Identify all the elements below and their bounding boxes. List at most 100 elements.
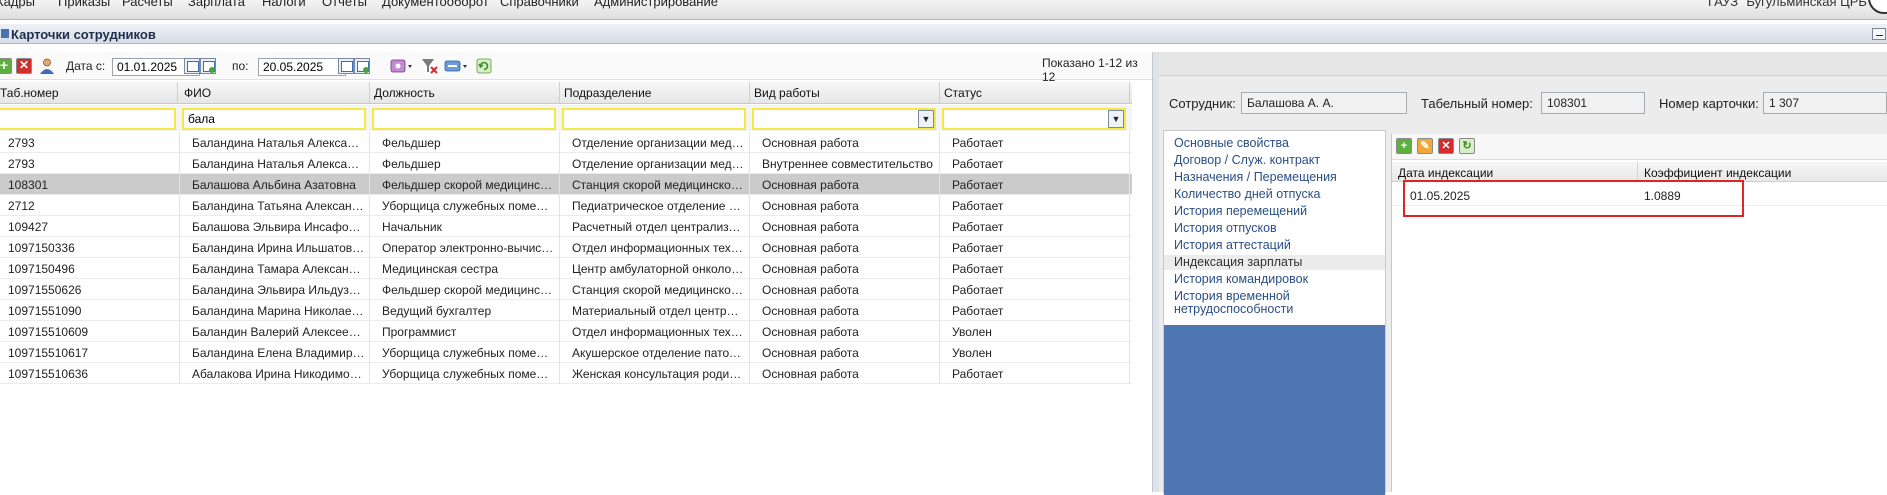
table-row[interactable]: 109427 Балашова Эльвира Инсафовна Начальни… [0, 216, 1132, 237]
cell-position: Начальник [378, 216, 560, 237]
delete-icon[interactable]: ✕ [16, 58, 32, 74]
menu-item-dokumentooborot[interactable]: Документооборот [382, 0, 489, 9]
date-to-input[interactable] [258, 58, 346, 76]
card-sections-nav: Основные свойства Договор / Служ. контра… [1163, 130, 1386, 495]
filter-department-input[interactable] [562, 108, 746, 130]
calendar-icon[interactable] [184, 58, 200, 74]
filter-tab-number-input[interactable] [0, 108, 176, 130]
nav-item-basic-properties[interactable]: Основные свойства [1164, 136, 1385, 151]
cell-work-type: Внутреннее совместительство [758, 153, 940, 174]
cell-department: Педиатрическое отделение стац... [568, 195, 750, 216]
employee-card-pane: Сотрудник: Балашова А. А. Табельный номе… [1159, 52, 1887, 495]
refresh-icon[interactable]: ↻ [1459, 138, 1475, 154]
user-avatar[interactable] [1868, 0, 1887, 14]
nav-item-transfer-history[interactable]: История перемещений [1164, 204, 1385, 219]
clear-filter-icon[interactable] [420, 58, 438, 74]
chevron-down-icon[interactable]: ▼ [918, 110, 934, 128]
menu-item-spravochniki[interactable]: Справочники [500, 0, 579, 9]
nav-item-business-trips[interactable]: История командировок [1164, 272, 1385, 287]
column-header-status[interactable]: Статус [940, 82, 1130, 104]
nav-item-attestation-history[interactable]: История аттестаций [1164, 238, 1385, 253]
date-to-label: по: [232, 59, 249, 73]
refresh-icon[interactable] [476, 58, 494, 74]
tab-number-field: 108301 [1541, 92, 1645, 114]
menu-item-raschety[interactable]: Расчеты [122, 0, 173, 9]
delete-icon[interactable]: ✕ [1438, 138, 1454, 154]
add-icon[interactable]: + [0, 58, 12, 74]
calendar-confirm-icon[interactable] [354, 58, 370, 74]
cell-status: Работает [948, 237, 1130, 258]
nav-item-sick-leave-history[interactable]: История временной нетрудоспособности [1164, 289, 1354, 317]
column-header-fio[interactable]: ФИО [180, 82, 370, 104]
cell-work-type: Основная работа [758, 174, 940, 195]
window-title: Карточки сотрудников [11, 27, 156, 42]
calendar-icon[interactable] [338, 58, 354, 74]
cell-tab-number: 2793 [4, 132, 180, 153]
cell-status: Работает [948, 216, 1130, 237]
add-icon[interactable]: + [1396, 138, 1412, 154]
cell-tab-number: 109715510636 [4, 363, 180, 384]
calendar-confirm-icon[interactable] [200, 58, 216, 74]
organization-name: ГАУЗ "Бугульминская ЦРБ" [1708, 0, 1872, 9]
menu-item-zarplata[interactable]: Зарплата [188, 0, 245, 9]
card-number-field: 1 307 [1763, 92, 1887, 114]
filter-status-select[interactable] [942, 108, 1126, 130]
panel-splitter[interactable] [1152, 52, 1159, 492]
cell-tab-number: 10971551090 [4, 300, 180, 321]
cell-department: Материальный отдел централизо... [568, 300, 750, 321]
table-header: Таб.номер ФИО Должность Подразделение Ви… [0, 82, 1132, 104]
table-row[interactable]: 108301 Балашова Альбина Азатовна Фельдшер … [0, 174, 1132, 195]
cell-tab-number: 2793 [4, 153, 180, 174]
table-row[interactable]: 109715510636 Абалакова Ирина Никодимовна У… [0, 363, 1132, 384]
minimize-button[interactable] [1872, 28, 1886, 40]
cell-fio: Баландина Наталья Александровна [188, 153, 370, 174]
column-header-indexation-coef[interactable]: Коэффициент индексации [1638, 162, 1887, 182]
window-icon [1, 29, 9, 38]
menu-item-otchety[interactable]: Отчеты [322, 0, 367, 9]
edit-icon[interactable]: ✎ [1417, 138, 1433, 154]
table-row[interactable]: 109715510617 Баландина Елена Владимировна… [0, 342, 1132, 363]
window-title-bar: Карточки сотрудников [0, 24, 1887, 44]
cell-tab-number: 10971550626 [4, 279, 180, 300]
menu-item-administrirovanie[interactable]: Администрирование [594, 0, 718, 9]
nav-item-vacation-history[interactable]: История отпусков [1164, 221, 1385, 236]
chevron-down-icon[interactable]: ▼ [1108, 110, 1124, 128]
cell-work-type: Основная работа [758, 237, 940, 258]
cell-work-type: Основная работа [758, 363, 940, 384]
print-dropdown-icon[interactable] [444, 58, 467, 74]
table-row[interactable]: 109715510609 Баландин Валерий Алексеевич П… [0, 321, 1132, 342]
cell-status: Работает [948, 363, 1130, 384]
filter-position-input[interactable] [372, 108, 556, 130]
table-row[interactable]: 10971550626 Баландина Эльвира Ильдузовна Ф… [0, 279, 1132, 300]
nav-item-contract[interactable]: Договор / Служ. контракт [1164, 153, 1385, 168]
column-header-department[interactable]: Подразделение [560, 82, 750, 104]
cell-fio: Баландина Эльвира Ильдузовна [188, 279, 370, 300]
table-row[interactable]: 1097150336 Баландина Ирина Ильшатовна Опер… [0, 237, 1132, 258]
column-header-work-type[interactable]: Вид работы [750, 82, 940, 104]
nav-item-vacation-days[interactable]: Количество дней отпуска [1164, 187, 1385, 202]
column-header-tab-number[interactable]: Таб.номер [0, 82, 178, 104]
cell-position: Медицинская сестра [378, 258, 560, 279]
cell-department: Станция скорой медицинской по... [568, 279, 750, 300]
column-header-position[interactable]: Должность [370, 82, 560, 104]
cell-fio: Баландина Ирина Ильшатовна [188, 237, 370, 258]
table-row[interactable]: 2793 Баландина Наталья Александровна Фельд… [0, 132, 1132, 153]
person-icon[interactable] [38, 58, 56, 74]
table-row[interactable]: 1097150496 Баландина Тамара Александровна… [0, 258, 1132, 279]
nav-item-assignments[interactable]: Назначения / Перемещения [1164, 170, 1385, 185]
filter-work-type-select[interactable] [752, 108, 936, 130]
table-row[interactable]: 10971551090 Баландина Марина Николаевна Ве… [0, 300, 1132, 321]
nav-item-salary-indexation[interactable]: Индексация зарплаты [1164, 255, 1385, 270]
menu-item-prikazy[interactable]: Приказы [58, 0, 110, 9]
table-row[interactable]: 2793 Баландина Наталья Александровна Фельд… [0, 153, 1132, 174]
cell-status: Работает [948, 153, 1130, 174]
menu-item-nalogi[interactable]: Налоги [262, 0, 306, 9]
menu-item-kadry[interactable]: Кадры [0, 0, 35, 9]
options-dropdown-icon[interactable] [390, 58, 412, 74]
indexation-table-header: Дата индексации Коэффициент индексации [1392, 162, 1887, 182]
table-row[interactable]: 2712 Баландина Татьяна Александровна Уборщ… [0, 195, 1132, 216]
filter-fio-input[interactable] [182, 108, 366, 130]
cell-department: Расчетный отдел централизован... [568, 216, 750, 237]
cell-fio: Абалакова Ирина Никодимовна [188, 363, 370, 384]
column-header-indexation-date[interactable]: Дата индексации [1392, 162, 1638, 182]
